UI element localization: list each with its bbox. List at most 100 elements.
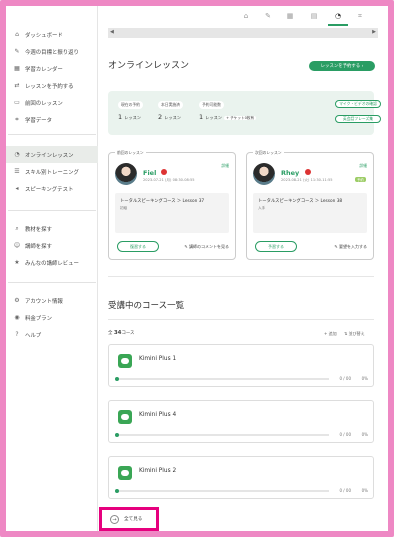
history-icon: ▭ [14, 99, 20, 106]
sidebar-divider [8, 134, 96, 135]
progress-dot [115, 377, 119, 381]
horizontal-scrollbar[interactable]: ◀ ▶ [108, 28, 378, 38]
pencil-icon[interactable]: ✎ [262, 12, 274, 20]
sidebar-item[interactable]: ⚙ アカウント情報 [6, 292, 98, 309]
sidebar-item[interactable]: ◉ 料金プラン [6, 309, 98, 326]
progress-percent: 0% [361, 432, 368, 437]
detail-link[interactable]: 詳細 [221, 163, 229, 169]
next-lesson-card: 次回のレッスン Rhey 詳細 2023-08-21 (火) 11:30-11:… [246, 150, 374, 260]
sidebar-item[interactable]: ▦ 学習カレンダー [6, 60, 98, 77]
course-card[interactable]: Kimini Plus 1 0 / 00 0% [108, 344, 374, 387]
tutor-avatar[interactable] [115, 163, 137, 185]
sidebar-item[interactable]: ⌗ 学習データ [6, 111, 98, 128]
sidebar-item[interactable]: ⌂ ダッシュボード [6, 26, 98, 43]
sidebar-item[interactable]: ◔ オンラインレッスン [6, 146, 98, 163]
reserve-lesson-button[interactable]: レッスンを予約する › [309, 61, 375, 71]
sort-courses-button[interactable]: ⇅ 並び替え [344, 331, 365, 337]
chat-icon[interactable]: ◔ [332, 12, 344, 20]
chart-icon[interactable]: ⌗ [354, 12, 366, 21]
section-divider [108, 276, 374, 277]
scroll-right-icon[interactable]: ▶ [372, 29, 376, 35]
stat-label-done: 本日実施済 [158, 101, 183, 109]
lesson-datetime: 2023-07-21 (月) 08:30-08:55 [143, 178, 195, 182]
previous-lesson-card: 前回のレッスン Fiel 詳細 2023-07-21 (月) 08:30-08:… [108, 150, 236, 260]
courses-title: 受講中のコース一覧 [108, 301, 185, 311]
progress-count: 0 / 00 [339, 376, 351, 381]
course-card[interactable]: Kimini Plus 2 0 / 00 0% [108, 456, 374, 499]
course-name: Kimini Plus 4 [139, 412, 177, 418]
sidebar-item-label: スピーキングテスト [25, 186, 74, 193]
lesson-course-box[interactable]: トータルスピーキングコース ＞ Lesson 38 入手 [253, 193, 367, 233]
course-chat-icon [118, 466, 132, 480]
course-chat-icon [118, 354, 132, 368]
main-content: ⌂ ✎ ▦ ▤ ◔ ⌗ ◀ ▶ オンラインレッスン レッスンを予約する › 現在の予約 1… [98, 6, 388, 531]
progress-bar [115, 489, 329, 493]
sidebar-item-label: 学習カレンダー [25, 66, 63, 73]
progress-count: 0 / 00 [339, 432, 351, 437]
sidebar-divider [8, 282, 96, 283]
sidebar-item[interactable]: ⌕ 教材を探す [6, 220, 98, 237]
flag-icon [161, 169, 167, 175]
tutor-name[interactable]: Fiel [143, 169, 156, 177]
preview-button[interactable]: 予習する [255, 241, 297, 252]
flag-icon [305, 169, 311, 175]
see-all-courses-button[interactable]: → 全て見る [99, 507, 159, 531]
book-icon[interactable]: ▤ [308, 12, 320, 20]
calendar-icon[interactable]: ▦ [284, 12, 296, 20]
course-name: Kimini Plus 1 [139, 356, 177, 362]
stat-label-current: 現在の予約 [118, 101, 143, 109]
lesson-datetime: 2023-08-21 (火) 11:30-11:55 [281, 178, 333, 182]
sidebar-item-label: 学習データ [25, 117, 52, 124]
arrow-right-icon: → [110, 515, 119, 524]
sidebar-item[interactable]: ☰ スキル別トレーニング [6, 163, 98, 180]
progress-dot [115, 489, 119, 493]
lesson-course: トータルスピーキングコース ＞ Lesson 38 [258, 199, 343, 204]
plan-icon: ◉ [14, 314, 20, 321]
pencil-icon: ✎ [334, 244, 338, 249]
add-course-button[interactable]: + 追加 [324, 331, 337, 337]
sidebar-item-label: レッスンを予約する [25, 83, 74, 90]
chart-icon: ⌗ [15, 115, 19, 123]
section-divider [108, 319, 374, 320]
tutor-comment-link[interactable]: ✎ 講師のコメントを見る [184, 244, 229, 250]
home-icon[interactable]: ⌂ [240, 12, 252, 20]
detail-link[interactable]: 詳細 [359, 163, 367, 169]
sidebar-item[interactable]: ⇄ レッスンを予約する [6, 77, 98, 94]
sidebar-item-label: スキル別トレーニング [25, 169, 79, 176]
request-link[interactable]: ✎ 要望を入力する [334, 244, 367, 250]
pencil-icon: ✎ [184, 244, 188, 249]
sidebar-item[interactable]: ▭ 前回のレッスン [6, 94, 98, 111]
account-icon: ⚙ [14, 297, 20, 304]
sidebar-item-label: 教材を探す [25, 226, 52, 233]
tutor-icon: ☺ [13, 242, 21, 249]
see-all-label: 全て見る [124, 517, 143, 522]
sidebar-item[interactable]: ◂ スピーキングテスト [6, 180, 98, 197]
course-card[interactable]: Kimini Plus 4 0 / 00 0% [108, 400, 374, 443]
course-chat-icon [118, 410, 132, 424]
tutor-name[interactable]: Rhey [281, 169, 299, 177]
sidebar-group-account: ⚙ アカウント情報 ◉ 料金プラン? ヘルプ [6, 292, 98, 343]
progress-bar [115, 377, 329, 381]
sidebar-item[interactable]: ★ みんなの講師レビュー [6, 254, 98, 271]
scroll-left-icon[interactable]: ◀ [110, 29, 114, 35]
stat-value-current: 1 レッスン [118, 113, 141, 121]
speaking-icon: ◂ [15, 185, 19, 192]
mic-video-check-button[interactable]: マイク・ビデオの確認 [335, 100, 381, 108]
course-name: Kimini Plus 2 [139, 468, 177, 474]
lesson-course: トータルスピーキングコース ＞ Lesson 37 [120, 199, 205, 204]
progress-bar [115, 433, 329, 437]
review-button[interactable]: 復習する [117, 241, 159, 252]
sidebar-item[interactable]: ☺ 講師を探す [6, 237, 98, 254]
lesson-course-box[interactable]: トータルスピーキングコース ＞ Lesson 37 初級 [115, 193, 229, 233]
sidebar-item[interactable]: ? ヘルプ [6, 326, 98, 343]
tutor-avatar[interactable] [253, 163, 275, 185]
course-count: 全 34コース [108, 330, 135, 336]
sidebar-item[interactable]: ✎ 今週の目標と振り返り [6, 43, 98, 60]
sidebar-group-lessons: ◔ オンラインレッスン ☰ スキル別トレーニング ◂ スピーキングテスト [6, 146, 98, 197]
lesson-level: 初級 [120, 206, 128, 210]
search-icon: ⌕ [15, 224, 19, 232]
phrase-book-button[interactable]: 英会話フレーズ集 [335, 115, 381, 123]
ticket-badge: + チケット0枚有 [224, 116, 257, 120]
sidebar-item-label: 今週の目標と振り返り [25, 49, 79, 56]
pencil-icon: ✎ [14, 48, 20, 55]
